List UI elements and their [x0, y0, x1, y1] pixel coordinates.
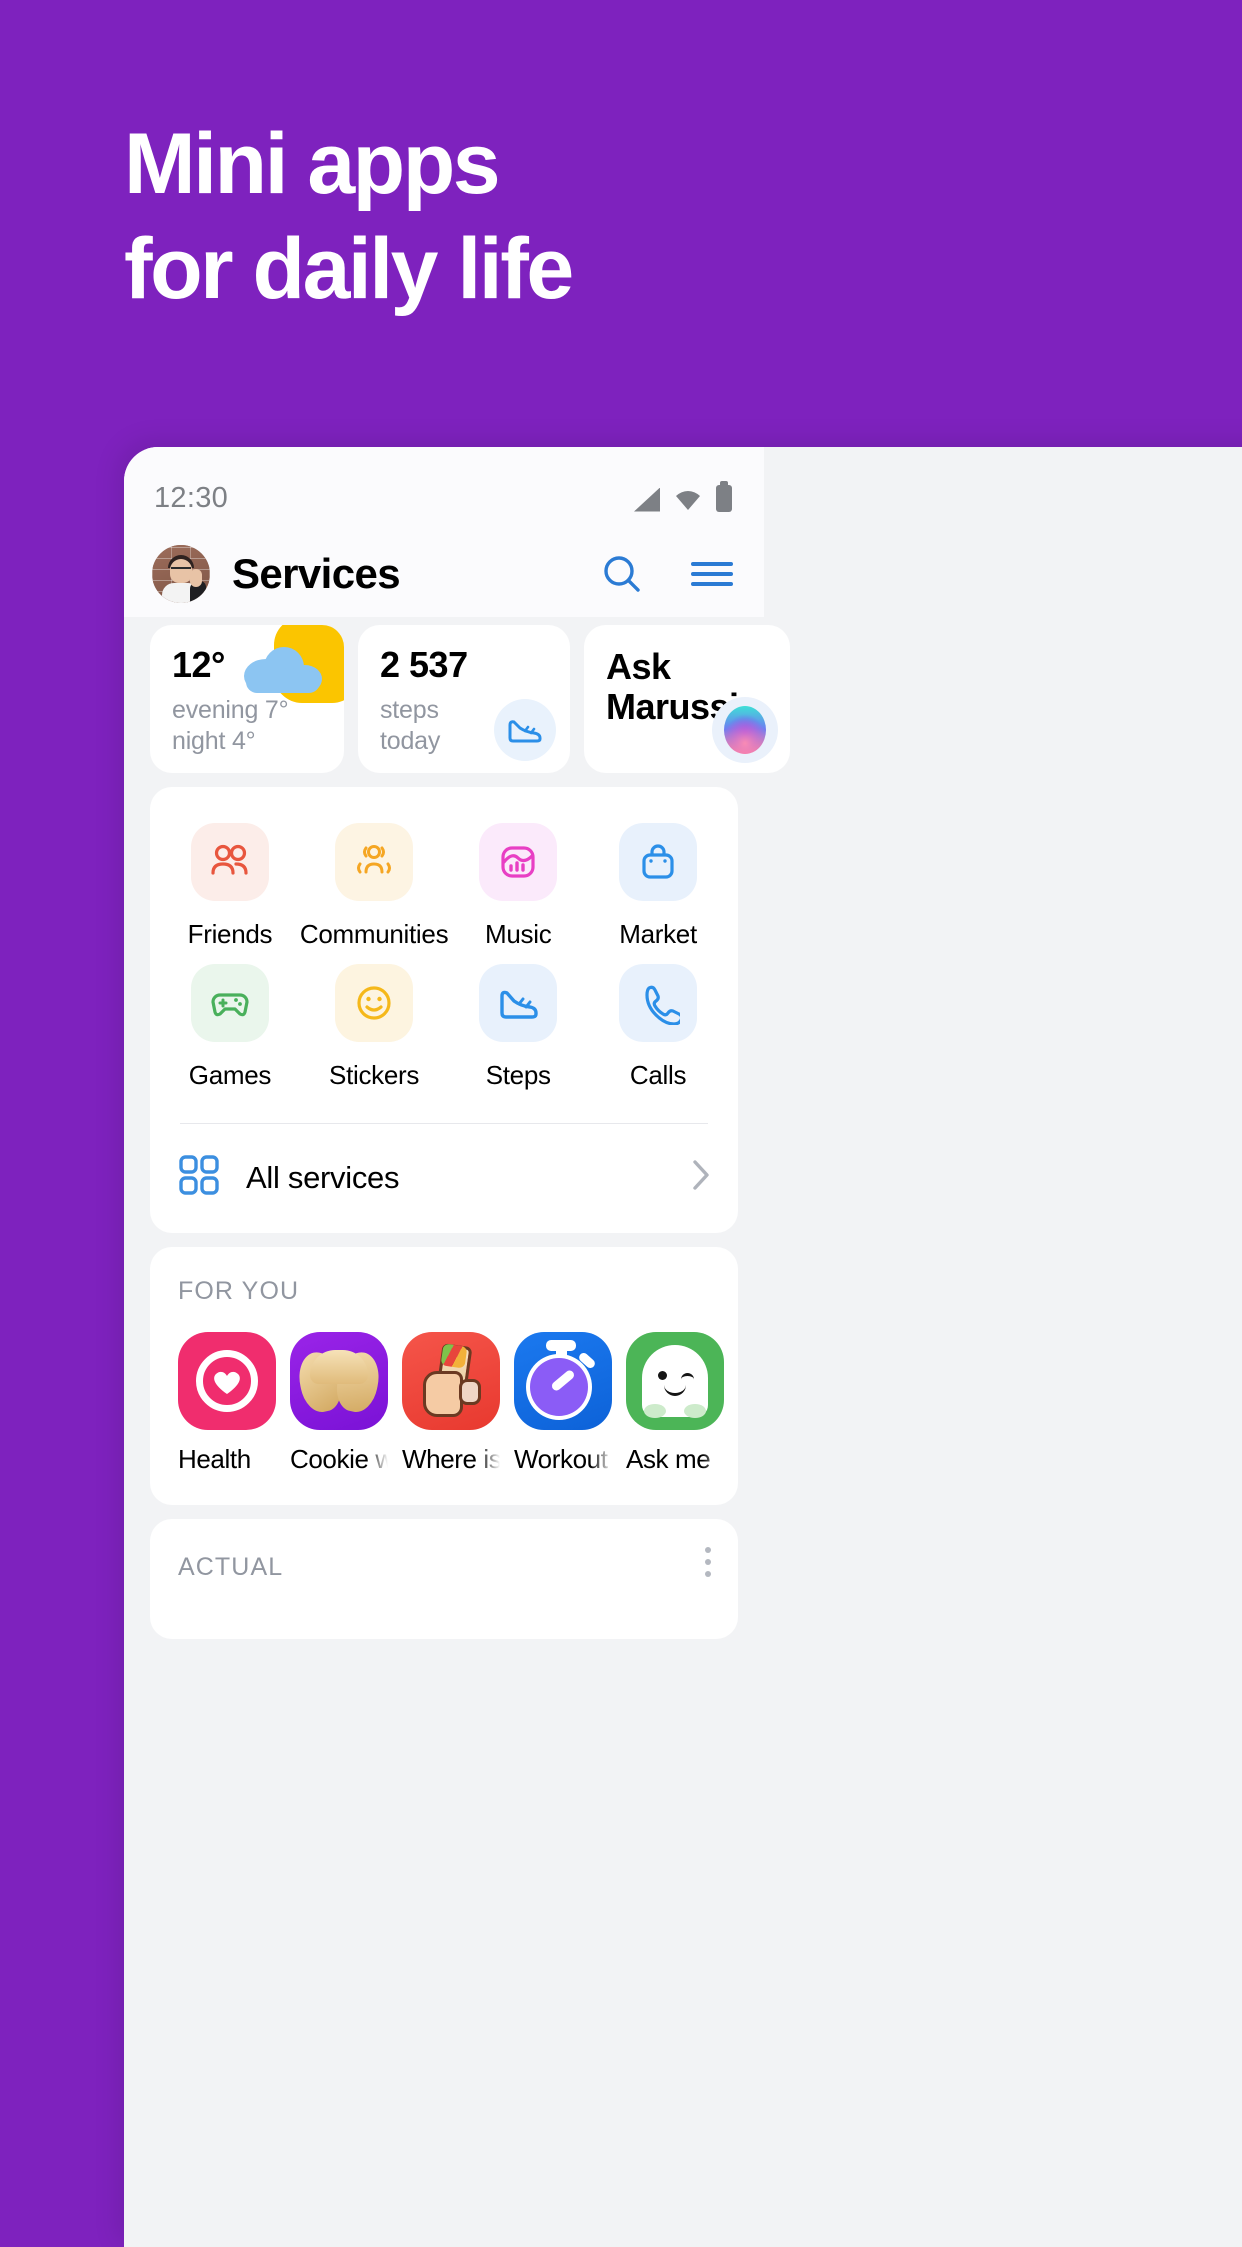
- avatar[interactable]: [152, 545, 210, 603]
- hamburger-menu-icon[interactable]: [690, 552, 734, 596]
- phone-icon: [619, 964, 698, 1042]
- app-label: Cookie with: [290, 1444, 388, 1474]
- services-grid: Friends Communities Music Market Games S…: [150, 787, 738, 1117]
- app-label: Health: [178, 1444, 251, 1474]
- status-bar: 12:30: [124, 447, 764, 531]
- service-tile-stickers[interactable]: Stickers: [300, 964, 448, 1091]
- service-label: Communities: [299, 919, 449, 949]
- wifi-icon: [673, 488, 703, 512]
- music-icon: [479, 823, 558, 901]
- shawarma-hand-icon: [402, 1332, 500, 1430]
- communities-icon: [335, 823, 414, 901]
- service-tile-communities[interactable]: Communities: [299, 823, 449, 950]
- actual-title: ACTUAL: [178, 1553, 284, 1581]
- more-vertical-icon[interactable]: [704, 1547, 712, 1577]
- app-where-is[interactable]: Where is the: [402, 1332, 500, 1475]
- phone-mockup: 12:30 Services 12° evening 7° night 4° 2…: [124, 447, 1242, 2247]
- status-time: 12:30: [154, 481, 229, 514]
- sneaker-icon: [494, 699, 556, 761]
- app-workout[interactable]: Workout: [514, 1332, 612, 1475]
- weather-forecast: evening 7° night 4°: [172, 695, 344, 758]
- phone-screen: 12:30 Services 12° evening 7° night 4° 2…: [124, 447, 790, 2247]
- promo-headline: Mini apps for daily life: [124, 112, 1024, 322]
- service-tile-music[interactable]: Music: [448, 823, 588, 950]
- app-cookie[interactable]: Cookie with: [290, 1332, 388, 1475]
- service-label: Calls: [629, 1060, 687, 1090]
- search-icon[interactable]: [600, 552, 644, 596]
- promo-headline-line-1: Mini apps: [124, 116, 501, 212]
- services-card: Friends Communities Music Market Games S…: [150, 787, 738, 1233]
- app-health[interactable]: Health: [178, 1332, 276, 1475]
- app-label: Ask me: [626, 1444, 711, 1474]
- for-you-card: FOR YOU Health Cookie w Where is Workout…: [150, 1247, 738, 1505]
- all-services-row[interactable]: All services: [150, 1124, 738, 1233]
- all-services-label: All services: [246, 1159, 400, 1195]
- service-tile-steps[interactable]: Steps: [448, 964, 588, 1091]
- widgets-row: 12° evening 7° night 4° 2 537 steps toda…: [124, 617, 790, 773]
- assistant-orb-icon: [712, 697, 778, 763]
- steps-count: 2 537: [380, 644, 468, 685]
- steps-widget[interactable]: 2 537 steps today: [358, 625, 570, 773]
- assistant-line-1: Ask: [606, 646, 671, 687]
- health-heart-icon: [178, 1332, 276, 1430]
- for-you-apps-row: Health Cookie with: [150, 1306, 738, 1505]
- fortune-cookie-icon: [290, 1332, 388, 1430]
- app-header-actions: [600, 552, 734, 596]
- grid-squares-icon: [178, 1154, 220, 1201]
- service-label: Music: [485, 919, 552, 949]
- app-ask-me[interactable]: Ask me: [626, 1332, 724, 1475]
- assistant-widget[interactable]: Ask Marussia: [584, 625, 790, 773]
- weather-widget[interactable]: 12° evening 7° night 4°: [150, 625, 344, 773]
- service-label: Market: [619, 919, 697, 949]
- service-label: Friends: [187, 919, 273, 949]
- service-label: Games: [188, 1060, 272, 1090]
- app-header: Services: [124, 531, 764, 617]
- for-you-title: FOR YOU: [178, 1277, 300, 1305]
- chevron-right-icon: [690, 1158, 712, 1197]
- signal-icon: [634, 487, 660, 512]
- service-tile-calls[interactable]: Calls: [588, 964, 728, 1091]
- service-tile-friends[interactable]: Friends: [160, 823, 300, 950]
- cloud-icon: [244, 647, 322, 693]
- promo-headline-line-2: for daily life: [124, 220, 574, 317]
- status-icons: [634, 467, 732, 512]
- app-label: Where is the: [402, 1444, 500, 1474]
- gamepad-icon: [190, 964, 269, 1042]
- smiley-icon: [335, 964, 414, 1042]
- actual-card: ACTUAL: [150, 1519, 738, 1639]
- sneaker-icon: [479, 964, 558, 1042]
- app-label: Workout: [514, 1444, 608, 1474]
- service-tile-market[interactable]: Market: [588, 823, 728, 950]
- weather-night: night 4°: [172, 726, 256, 755]
- stopwatch-icon: [514, 1332, 612, 1430]
- service-tile-games[interactable]: Games: [160, 964, 300, 1091]
- friends-icon: [190, 823, 269, 901]
- market-bag-icon: [619, 823, 698, 901]
- service-label: Steps: [485, 1060, 551, 1090]
- battery-icon: [716, 480, 732, 512]
- page-title: Services: [232, 550, 401, 597]
- service-label: Stickers: [329, 1060, 420, 1090]
- ghost-icon: [626, 1332, 724, 1430]
